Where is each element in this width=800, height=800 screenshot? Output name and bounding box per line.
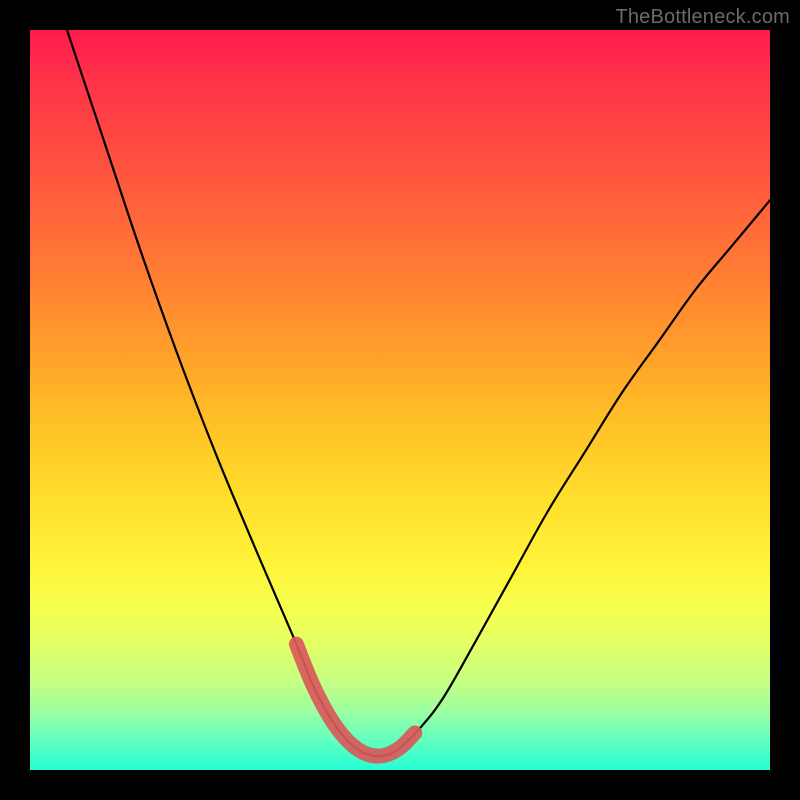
sweet-spot-highlight xyxy=(296,644,414,756)
chart-frame: TheBottleneck.com xyxy=(0,0,800,800)
bottleneck-curve xyxy=(67,30,770,756)
chart-plot-area xyxy=(30,30,770,770)
watermark-text: TheBottleneck.com xyxy=(615,6,790,29)
